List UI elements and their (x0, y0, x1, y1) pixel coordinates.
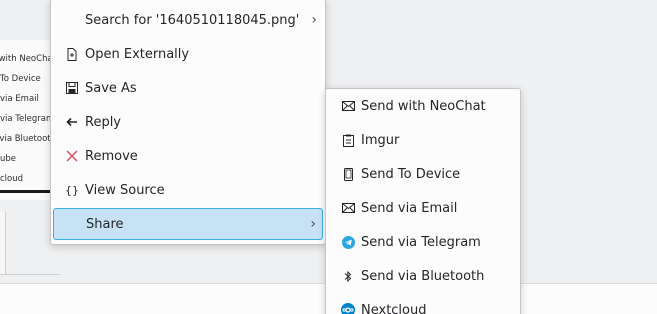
code-braces-icon: {} (65, 183, 79, 197)
context-menu: Search for '1640510118045.png' › Open Ex… (50, 0, 326, 245)
search-for-item[interactable]: Search for '1640510118045.png' › (53, 4, 323, 36)
menu-item-label: Send via Bluetooth (361, 268, 485, 284)
menu-item-label: Share (86, 216, 124, 232)
menu-item-label: Search for '1640510118045.png' (85, 12, 300, 28)
phone-icon (341, 167, 355, 181)
background-share-item: via Telegram (0, 114, 55, 124)
menu-item-label: Open Externally (85, 46, 190, 62)
background-share-item: To Device (0, 74, 41, 84)
telegram-icon (341, 235, 355, 249)
menu-item-label: Nextcloud (361, 302, 427, 314)
background-divider (0, 190, 55, 193)
envelope-icon (341, 99, 355, 113)
menu-item-label: View Source (85, 182, 165, 198)
send-via-telegram-item[interactable]: Send via Telegram (328, 226, 518, 258)
background-share-item: with NeoChat (0, 54, 56, 64)
send-to-device-item[interactable]: Send To Device (328, 158, 518, 190)
background-share-item: via Bluetooth (0, 134, 56, 144)
view-source-item[interactable]: {} View Source (53, 174, 323, 206)
remove-item[interactable]: Remove (53, 140, 323, 172)
menu-item-label: Send To Device (361, 166, 461, 182)
nextcloud-icon (341, 303, 355, 314)
background-frame (0, 212, 6, 274)
send-via-email-item[interactable]: Send via Email (328, 192, 518, 224)
document-open-icon (65, 47, 79, 61)
menu-item-label: Remove (85, 148, 138, 164)
reply-arrow-icon (65, 115, 79, 129)
background-share-item: ube (0, 154, 17, 164)
background-share-item: cloud (0, 174, 24, 184)
menu-item-label: Send via Telegram (361, 234, 481, 250)
menu-item-label: Save As (85, 80, 137, 96)
background-share-item: via Email (0, 94, 39, 104)
menu-item-label: Imgur (361, 132, 400, 148)
clipboard-icon (341, 133, 355, 147)
envelope-icon (341, 201, 355, 215)
send-via-bluetooth-item[interactable]: Send via Bluetooth (328, 260, 518, 292)
remove-x-icon (65, 149, 79, 163)
send-with-neochat-item[interactable]: Send with NeoChat (328, 90, 518, 122)
open-externally-item[interactable]: Open Externally (53, 38, 323, 70)
share-submenu: Send with NeoChat Imgur Send To Device S… (325, 88, 521, 314)
menu-item-label: Send with NeoChat (361, 98, 486, 114)
nextcloud-item[interactable]: Nextcloud (328, 294, 518, 314)
save-as-item[interactable]: Save As (53, 72, 323, 104)
save-icon (65, 81, 79, 95)
chevron-right-icon: › (311, 12, 317, 28)
share-item[interactable]: Share › (53, 208, 323, 240)
bluetooth-icon (341, 269, 355, 283)
reply-item[interactable]: Reply (53, 106, 323, 138)
background-divider (0, 274, 60, 275)
imgur-item[interactable]: Imgur (328, 124, 518, 156)
menu-item-label: Reply (85, 114, 122, 130)
chevron-right-icon: › (310, 216, 316, 232)
menu-item-label: Send via Email (361, 200, 458, 216)
